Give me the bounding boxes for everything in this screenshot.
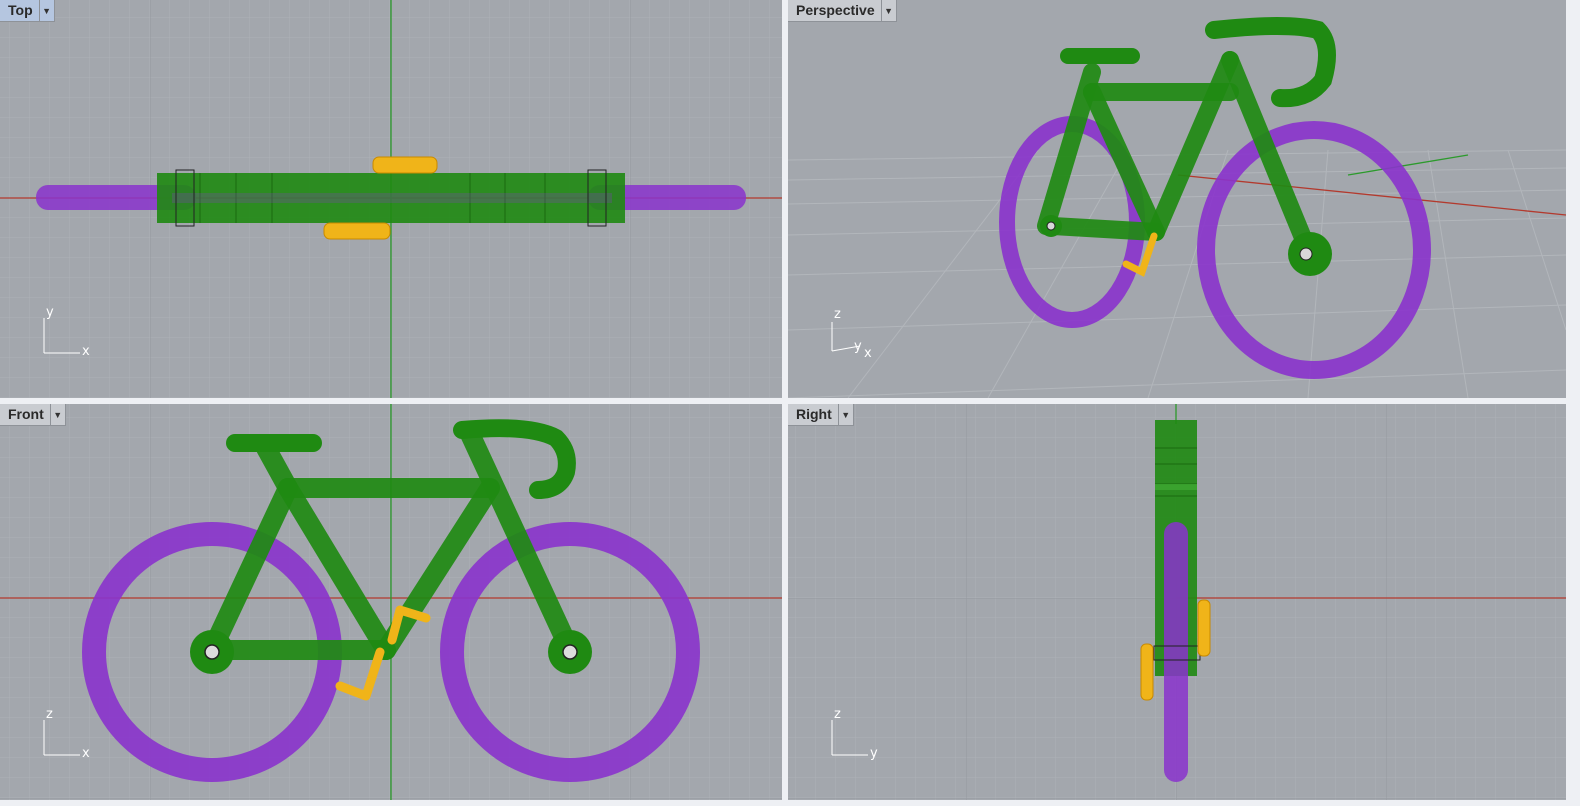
- viewport-canvas-right[interactable]: y z: [788, 404, 1566, 800]
- viewport-canvas-perspective[interactable]: z y x: [788, 0, 1566, 398]
- viewport-title: Top: [8, 2, 33, 18]
- viewport-top[interactable]: Top ▼ x y: [0, 0, 782, 398]
- crank-right[interactable]: [1197, 599, 1211, 657]
- crank-right[interactable]: [372, 156, 438, 174]
- caret-down-icon[interactable]: ▼: [880, 0, 896, 21]
- crank-left[interactable]: [323, 222, 391, 240]
- viewport-title: Perspective: [796, 2, 875, 18]
- svg-text:y: y: [46, 305, 54, 320]
- viewport-title: Right: [796, 406, 832, 422]
- caret-down-icon[interactable]: ▼: [49, 404, 65, 425]
- viewport-tab-perspective[interactable]: Perspective ▼: [788, 0, 897, 22]
- saddle[interactable]: [1060, 48, 1140, 64]
- viewport-title: Front: [8, 406, 44, 422]
- viewport-tab-right[interactable]: Right ▼: [788, 404, 854, 426]
- viewport-tab-top[interactable]: Top ▼: [0, 0, 55, 22]
- viewport-right[interactable]: Right ▼ y z: [788, 404, 1566, 800]
- svg-text:z: z: [46, 707, 53, 722]
- saddle[interactable]: [226, 434, 322, 452]
- crank-left[interactable]: [1140, 643, 1154, 701]
- caret-down-icon[interactable]: ▼: [837, 404, 853, 425]
- svg-text:x: x: [864, 346, 872, 361]
- viewport-canvas-front[interactable]: x z: [0, 404, 782, 800]
- viewport-perspective[interactable]: Perspective ▼ z y x: [788, 0, 1566, 398]
- viewport-tab-front[interactable]: Front ▼: [0, 404, 66, 426]
- viewport-canvas-top[interactable]: x y: [0, 0, 782, 398]
- svg-text:z: z: [834, 307, 841, 322]
- viewport-front[interactable]: Front ▼ x z: [0, 404, 782, 800]
- svg-text:x: x: [82, 344, 90, 359]
- caret-down-icon[interactable]: ▼: [38, 0, 54, 21]
- svg-text:y: y: [854, 339, 862, 354]
- svg-text:x: x: [82, 746, 90, 761]
- svg-text:y: y: [870, 746, 878, 761]
- wheel[interactable]: [1164, 522, 1188, 782]
- svg-text:z: z: [834, 707, 841, 722]
